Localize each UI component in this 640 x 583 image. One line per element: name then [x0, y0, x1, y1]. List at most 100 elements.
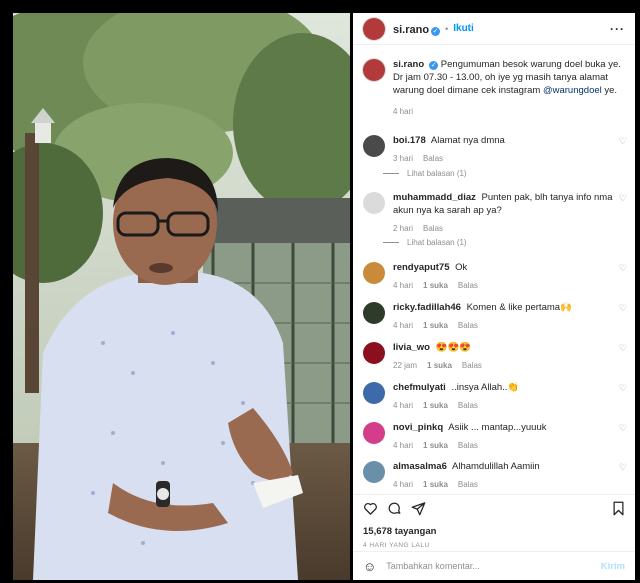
comment-text: 😍😍😍: [435, 342, 472, 353]
comment-likes[interactable]: 1 suka: [423, 441, 448, 450]
commenter-avatar[interactable]: [363, 382, 385, 404]
post-header: si.rano ✓ • Ikuti ···: [353, 13, 635, 45]
reply-button[interactable]: Balas: [462, 361, 482, 370]
caption: si.rano ✓ Pengumuman besok warung doel bu…: [363, 58, 627, 118]
comment-time: 4 hari: [393, 480, 414, 489]
comment-text: ..insya Allah..👏: [451, 382, 520, 393]
comment-body: almasalma6 Alhamdulillah Aamiin 4 hari 1 …: [393, 460, 627, 491]
comment-text: Alamat nya dmna: [430, 135, 505, 146]
comment-time: 22 jam: [393, 361, 418, 370]
comment-body: muhammadd_diaz Punten pak, blh tanya inf…: [393, 191, 627, 235]
video-frame: [13, 13, 350, 580]
comment-item: rendyaput75 Ok 4 hari 1 suka Balas ♡: [363, 261, 627, 292]
like-comment-heart-icon[interactable]: ♡: [619, 383, 627, 394]
comment-item: muhammadd_diaz Punten pak, blh tanya inf…: [363, 191, 627, 235]
comment-time: 3 hari: [393, 154, 414, 163]
commenter-avatar[interactable]: [363, 135, 385, 157]
comment-username[interactable]: almasalma6: [393, 461, 447, 472]
comment-body: rendyaput75 Ok 4 hari 1 suka Balas: [393, 261, 627, 292]
like-comment-heart-icon[interactable]: ♡: [619, 136, 627, 147]
comment-text: Komen & like pertama🙌: [466, 302, 572, 313]
comment-username[interactable]: chefmulyati: [393, 382, 446, 393]
comment-username[interactable]: boi.178: [393, 135, 426, 146]
view-count[interactable]: 15,678 tayangan: [363, 526, 436, 537]
reply-button[interactable]: Balas: [458, 321, 478, 330]
comment-body: chefmulyati ..insya Allah..👏 4 hari 1 suk…: [393, 381, 627, 412]
like-comment-heart-icon[interactable]: ♡: [619, 263, 627, 274]
commenter-avatar[interactable]: [363, 422, 385, 444]
emoji-icon[interactable]: ☺: [363, 559, 376, 574]
commenter-avatar[interactable]: [363, 302, 385, 324]
comment-time: 4 hari: [393, 281, 414, 290]
like-comment-heart-icon[interactable]: ♡: [619, 343, 627, 354]
action-icons: [363, 501, 426, 516]
video-player[interactable]: [13, 13, 350, 580]
like-comment-heart-icon[interactable]: ♡: [619, 193, 627, 204]
comment-item: livia_wo 😍😍😍 22 jam 1 suka Balas ♡: [363, 341, 627, 372]
verified-badge-icon: ✓: [431, 26, 441, 36]
reply-button[interactable]: Balas: [458, 281, 478, 290]
commenter-avatar[interactable]: [363, 192, 385, 214]
reply-button[interactable]: Balas: [458, 480, 478, 489]
like-comment-heart-icon[interactable]: ♡: [619, 303, 627, 314]
caption-mention-link[interactable]: @warungdoel: [543, 85, 602, 96]
comment-username[interactable]: livia_wo: [393, 342, 430, 353]
comments-list[interactable]: si.rano ✓ Pengumuman besok warung doel bu…: [353, 46, 635, 494]
comment-icon[interactable]: [387, 501, 402, 516]
actions-bar: 15,678 tayangan 4 HARI YANG LALU: [353, 494, 635, 549]
comment-body: boi.178 Alamat nya dmna 3 hari Balas: [393, 134, 627, 165]
reply-button[interactable]: Balas: [423, 224, 443, 233]
commenter-avatar[interactable]: [363, 342, 385, 364]
commenter-avatar[interactable]: [363, 262, 385, 284]
comment-item: ricky.fadillah46 Komen & like pertama🙌 4…: [363, 301, 627, 332]
heart-icon[interactable]: [363, 501, 378, 516]
comment-time: 4 hari: [393, 321, 414, 330]
post-viewer: si.rano ✓ • Ikuti ··· si.rano ✓ Pengumuman…: [0, 0, 640, 583]
comment-likes[interactable]: 1 suka: [423, 401, 448, 410]
like-comment-heart-icon[interactable]: ♡: [619, 462, 627, 473]
commenter-avatar[interactable]: [363, 461, 385, 483]
posted-ago[interactable]: 4 HARI YANG LALU: [363, 542, 430, 549]
comment-text: Alhamdulillah Aamiin: [452, 461, 540, 472]
comment-likes[interactable]: 1 suka: [423, 321, 448, 330]
comment-body: ricky.fadillah46 Komen & like pertama🙌 4…: [393, 301, 627, 332]
comment-username[interactable]: ricky.fadillah46: [393, 302, 461, 313]
more-options-icon[interactable]: ···: [610, 22, 625, 36]
reply-button[interactable]: Balas: [423, 154, 443, 163]
comment-item: chefmulyati ..insya Allah..👏 4 hari 1 suk…: [363, 381, 627, 412]
like-comment-heart-icon[interactable]: ♡: [619, 423, 627, 434]
reply-button[interactable]: Balas: [458, 401, 478, 410]
comment-likes[interactable]: 1 suka: [423, 281, 448, 290]
view-replies-label: Lihat balasan (1): [407, 238, 467, 247]
comment-time: 4 hari: [393, 401, 414, 410]
share-icon[interactable]: [411, 501, 426, 516]
caption-username[interactable]: si.rano: [393, 59, 424, 70]
author-avatar-small[interactable]: [363, 59, 385, 81]
comment-likes[interactable]: 1 suka: [423, 480, 448, 489]
comment-body: livia_wo 😍😍😍 22 jam 1 suka Balas: [393, 341, 627, 372]
comment-body: novi_pinkq Asiik ... mantap...yuuuk 4 ha…: [393, 421, 627, 452]
bookmark-icon[interactable]: [611, 501, 626, 516]
caption-tail: ye.: [601, 85, 618, 96]
comment-text: Ok: [455, 262, 468, 273]
comment-username[interactable]: novi_pinkq: [393, 422, 443, 433]
author-username[interactable]: si.rano: [393, 24, 429, 36]
replies-line: [383, 242, 399, 243]
view-replies-button[interactable]: Lihat balasan (1): [383, 169, 467, 178]
replies-line: [383, 173, 399, 174]
caption-body: si.rano ✓ Pengumuman besok warung doel bu…: [393, 58, 627, 118]
comment-likes[interactable]: 1 suka: [427, 361, 452, 370]
view-replies-button[interactable]: Lihat balasan (1): [383, 238, 467, 247]
post-comment-button[interactable]: Kirim: [601, 561, 625, 572]
comment-time: 4 hari: [393, 441, 414, 450]
comment-input[interactable]: [386, 561, 601, 571]
comment-text: Asiik ... mantap...yuuuk: [448, 422, 547, 433]
comment-item: almasalma6 Alhamdulillah Aamiin 4 hari 1 …: [363, 460, 627, 491]
author-avatar[interactable]: [363, 17, 385, 40]
follow-button[interactable]: Ikuti: [453, 23, 474, 34]
comment-username[interactable]: muhammadd_diaz: [393, 192, 476, 203]
reply-button[interactable]: Balas: [458, 441, 478, 450]
comment-username[interactable]: rendyaput75: [393, 262, 450, 273]
comment-composer: ☺ Kirim: [353, 551, 635, 580]
comment-item: novi_pinkq Asiik ... mantap...yuuuk 4 ha…: [363, 421, 627, 452]
